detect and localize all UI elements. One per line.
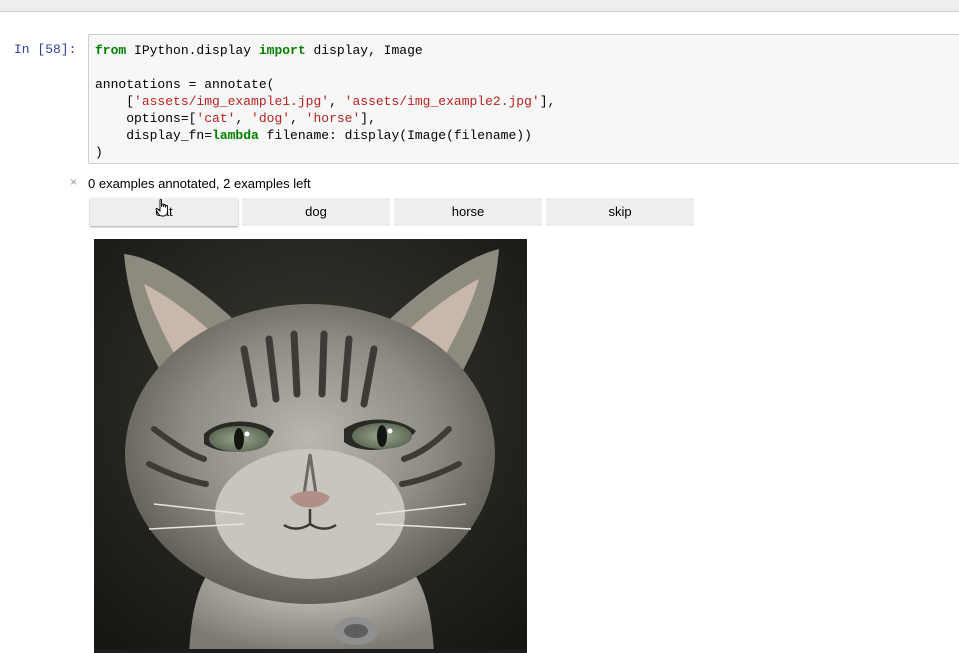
code-sep: , [329,94,345,109]
code-module: IPython.display [126,43,259,58]
skip-button[interactable]: skip [546,198,694,226]
horse-button[interactable]: horse [394,198,542,226]
code-list-open: [ [95,94,135,109]
code-display-fn: display_fn= [95,128,213,143]
code-imports: display, Image [305,43,423,58]
code-close-paren: ) [95,145,103,160]
string-horse: 'horse' [305,111,361,126]
string-cat: 'cat' [196,111,236,126]
code-sep: , [290,111,306,126]
code-cell[interactable]: from IPython.display import display, Ima… [88,34,959,164]
code-line-annotate: annotations = annotate( [95,77,275,92]
cat-photo [94,239,527,653]
string-path-2: 'assets/img_example2.jpg' [344,94,540,109]
keyword-lambda: lambda [212,128,259,143]
code-sep: , [235,111,252,126]
keyword-from: from [95,43,127,58]
code-list-close: ], [539,94,556,109]
input-prompt: In [58]: [14,42,77,57]
code-options-close: ], [360,111,376,126]
cat-image [94,239,527,653]
string-path-1: 'assets/img_example1.jpg' [134,94,330,109]
notebook-top-bar [0,0,959,12]
string-dog: 'dog' [251,111,291,126]
dog-button[interactable]: dog [242,198,390,226]
close-icon[interactable]: × [70,175,77,189]
code-editor[interactable]: from IPython.display import display, Ima… [95,42,954,161]
hand-cursor-icon [155,199,168,217]
code-lambda-body: filename: display(Image(filename)) [258,128,532,143]
code-options: options=[ [95,111,197,126]
keyword-import: import [258,43,306,58]
annotation-status: 0 examples annotated, 2 examples left [88,176,311,191]
